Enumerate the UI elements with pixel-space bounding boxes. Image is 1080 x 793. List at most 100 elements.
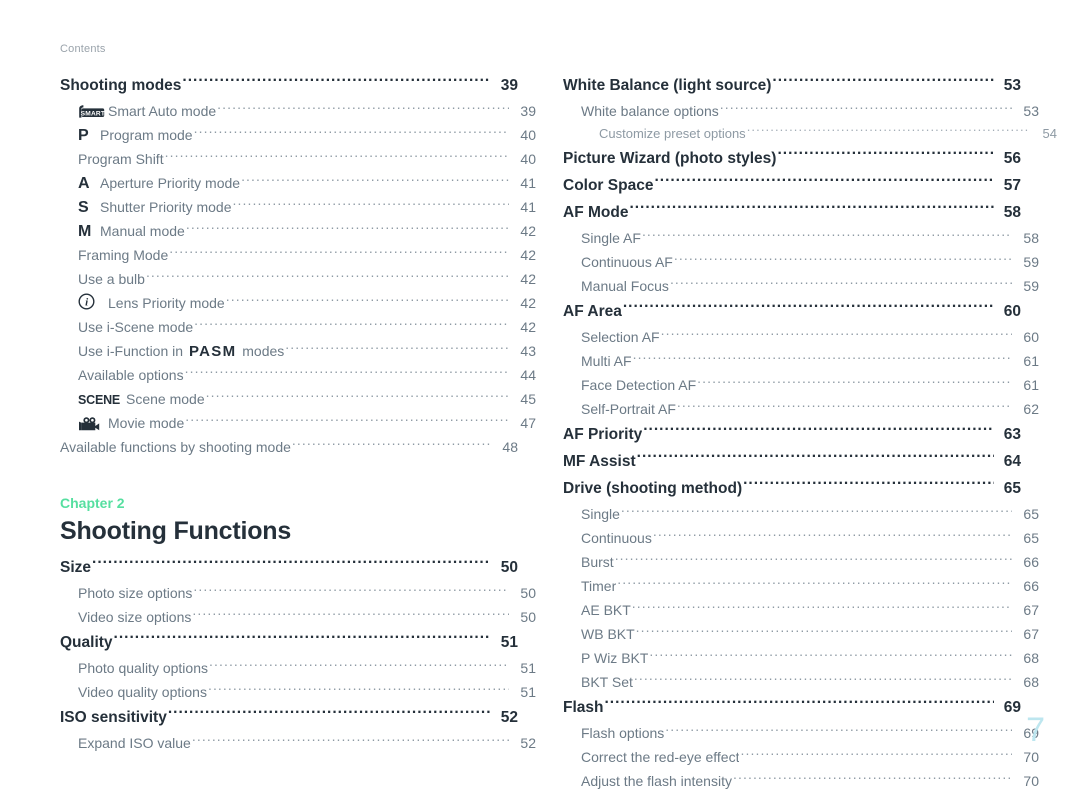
- toc-entry[interactable]: Continuous AF 59: [563, 250, 1039, 274]
- toc-entry[interactable]: Expand ISO value 52: [60, 731, 536, 755]
- toc-entry-label: Lens Priority mode: [108, 295, 225, 311]
- toc-entry[interactable]: AE BKT 67: [563, 598, 1039, 622]
- toc-entry[interactable]: Multi AF 61: [563, 349, 1039, 373]
- toc-entry-page: 59: [1023, 254, 1039, 270]
- toc-entry[interactable]: Shooting modes 39: [60, 72, 518, 99]
- dot-leader: [194, 318, 509, 332]
- toc-entry[interactable]: Burst 66: [563, 550, 1039, 574]
- toc-entry[interactable]: SCENE Scene mode 45: [60, 387, 536, 411]
- toc-entry[interactable]: i Lens Priority mode 42: [60, 291, 536, 315]
- dot-leader: [674, 253, 1012, 267]
- toc-entry-label: Continuous: [581, 530, 652, 546]
- toc-entry[interactable]: Size 50: [60, 554, 518, 581]
- toc-entry[interactable]: ISO sensitivity 52: [60, 704, 518, 731]
- toc-entry-label: Shooting modes: [60, 77, 182, 94]
- toc-entry[interactable]: Continuous 65: [563, 526, 1039, 550]
- toc-entry-page: 52: [500, 709, 518, 726]
- toc-entry[interactable]: Single AF 58: [563, 226, 1039, 250]
- toc-entry[interactable]: AF Area 60: [563, 298, 1021, 325]
- dot-leader: [209, 659, 509, 673]
- toc-entry[interactable]: AF Priority 63: [563, 421, 1021, 448]
- toc-entry-page: 68: [1023, 650, 1039, 666]
- toc-entry[interactable]: AF Mode 58: [563, 199, 1021, 226]
- toc-entry-label: White balance options: [581, 103, 719, 119]
- toc-entry[interactable]: SMARTSmart Auto mode 39: [60, 99, 536, 123]
- toc-entry[interactable]: Photo size options 50: [60, 581, 536, 605]
- toc-entry[interactable]: MF Assist 64: [563, 448, 1021, 475]
- pasm-modes-glyph: PASM: [188, 343, 237, 360]
- toc-entry[interactable]: White balance options 53: [563, 99, 1039, 123]
- toc-entry[interactable]: Quality 51: [60, 629, 518, 656]
- toc-entry-page: 51: [500, 634, 518, 651]
- toc-entry-label: Flash options: [581, 725, 665, 741]
- toc-entry-label: Quality: [60, 634, 113, 651]
- toc-entry[interactable]: P Wiz BKT 68: [563, 646, 1039, 670]
- dot-leader: [777, 148, 994, 164]
- chapter-title: Shooting Functions: [60, 517, 292, 545]
- toc-entry[interactable]: Available functions by shooting mode 48: [60, 435, 518, 459]
- toc-entry-page: 53: [1003, 77, 1021, 94]
- toc-entry[interactable]: S Shutter Priority mode 41: [60, 195, 536, 219]
- toc-entry[interactable]: Single 65: [563, 502, 1039, 526]
- toc-entry[interactable]: Adjust the flash intensity 70: [563, 769, 1039, 793]
- toc-entry[interactable]: Self-Portrait AF 62: [563, 397, 1039, 421]
- toc-entry-page: 47: [520, 415, 536, 431]
- toc-entry-label: Use i-Scene mode: [78, 319, 194, 335]
- toc-entry-label: AF Mode: [563, 204, 629, 221]
- toc-entry-page: 41: [520, 199, 536, 215]
- toc-entry-page: 63: [1003, 426, 1021, 443]
- toc-entry[interactable]: Face Detection AF 61: [563, 373, 1039, 397]
- toc-entry[interactable]: Available options 44: [60, 363, 536, 387]
- toc-entry-label: Shutter Priority mode: [100, 199, 232, 215]
- toc-entry[interactable]: Movie mode 47: [60, 411, 536, 435]
- toc-entry-label: Customize preset options: [599, 126, 746, 141]
- toc-entry-page: 70: [1023, 773, 1039, 789]
- toc-entry-page: 53: [1023, 103, 1039, 119]
- dot-leader: [217, 102, 509, 116]
- toc-entry[interactable]: WB BKT 67: [563, 622, 1039, 646]
- toc-entry[interactable]: Picture Wizard (photo styles) 56: [563, 145, 1021, 172]
- toc-entry-page: 65: [1023, 506, 1039, 522]
- toc-entry[interactable]: A Aperture Priority mode 41: [60, 171, 536, 195]
- toc-entry[interactable]: Color Space 57: [563, 172, 1021, 199]
- toc-entry[interactable]: Flash options69: [563, 721, 1039, 745]
- toc-entry[interactable]: Use a bulb 42: [60, 267, 536, 291]
- toc-entry[interactable]: BKT Set 68: [563, 670, 1039, 694]
- lens-priority-i-icon: i: [78, 291, 108, 315]
- toc-entry[interactable]: P Program mode 40: [60, 123, 536, 147]
- dot-leader: [697, 376, 1012, 390]
- toc-entry[interactable]: Manual Focus 59: [563, 274, 1039, 298]
- toc-entry[interactable]: Customize preset options 54: [563, 123, 1057, 145]
- toc-entry-page: 40: [520, 127, 536, 143]
- toc-entry-label: Adjust the flash intensity: [581, 773, 732, 789]
- toc-entry[interactable]: White Balance (light source) 53: [563, 72, 1021, 99]
- dot-leader: [632, 601, 1012, 615]
- toc-entry-page: 48: [502, 439, 518, 455]
- toc-entry[interactable]: Timer 66: [563, 574, 1039, 598]
- toc-entry-page: 58: [1023, 230, 1039, 246]
- toc-entry-label: Size: [60, 559, 92, 576]
- toc-entry[interactable]: Flash 69: [563, 694, 1021, 721]
- toc-entry-page: 58: [1003, 204, 1021, 221]
- toc-entry[interactable]: Use i-Scene mode 42: [60, 315, 536, 339]
- dot-leader: [677, 400, 1012, 414]
- running-head: Contents: [60, 43, 106, 55]
- toc-entry[interactable]: Use i-Function in PASM modes 43: [60, 339, 536, 363]
- toc-entry[interactable]: Program Shift 40: [60, 147, 536, 171]
- toc-entry[interactable]: Video quality options 51: [60, 680, 536, 704]
- toc-entry[interactable]: Video size options 50: [60, 605, 536, 629]
- dot-leader: [733, 772, 1012, 786]
- toc-entry[interactable]: Framing Mode 42: [60, 243, 536, 267]
- toc-entry[interactable]: M Manual mode 42: [60, 219, 536, 243]
- toc-entry-page: 52: [520, 735, 536, 751]
- dot-leader: [194, 126, 509, 140]
- toc-entry-label: Single AF: [581, 230, 641, 246]
- toc-entry[interactable]: Correct the red-eye effect70: [563, 745, 1039, 769]
- toc-entry[interactable]: Drive (shooting method) 65: [563, 475, 1021, 502]
- toc-entry-page: 56: [1003, 150, 1021, 167]
- toc-entry-label: Use i-Function in PASM modes: [78, 343, 285, 360]
- toc-entry-label: Expand ISO value: [78, 735, 191, 751]
- toc-entry-page: 42: [520, 247, 536, 263]
- toc-entry[interactable]: Selection AF 60: [563, 325, 1039, 349]
- toc-entry[interactable]: Photo quality options 51: [60, 656, 536, 680]
